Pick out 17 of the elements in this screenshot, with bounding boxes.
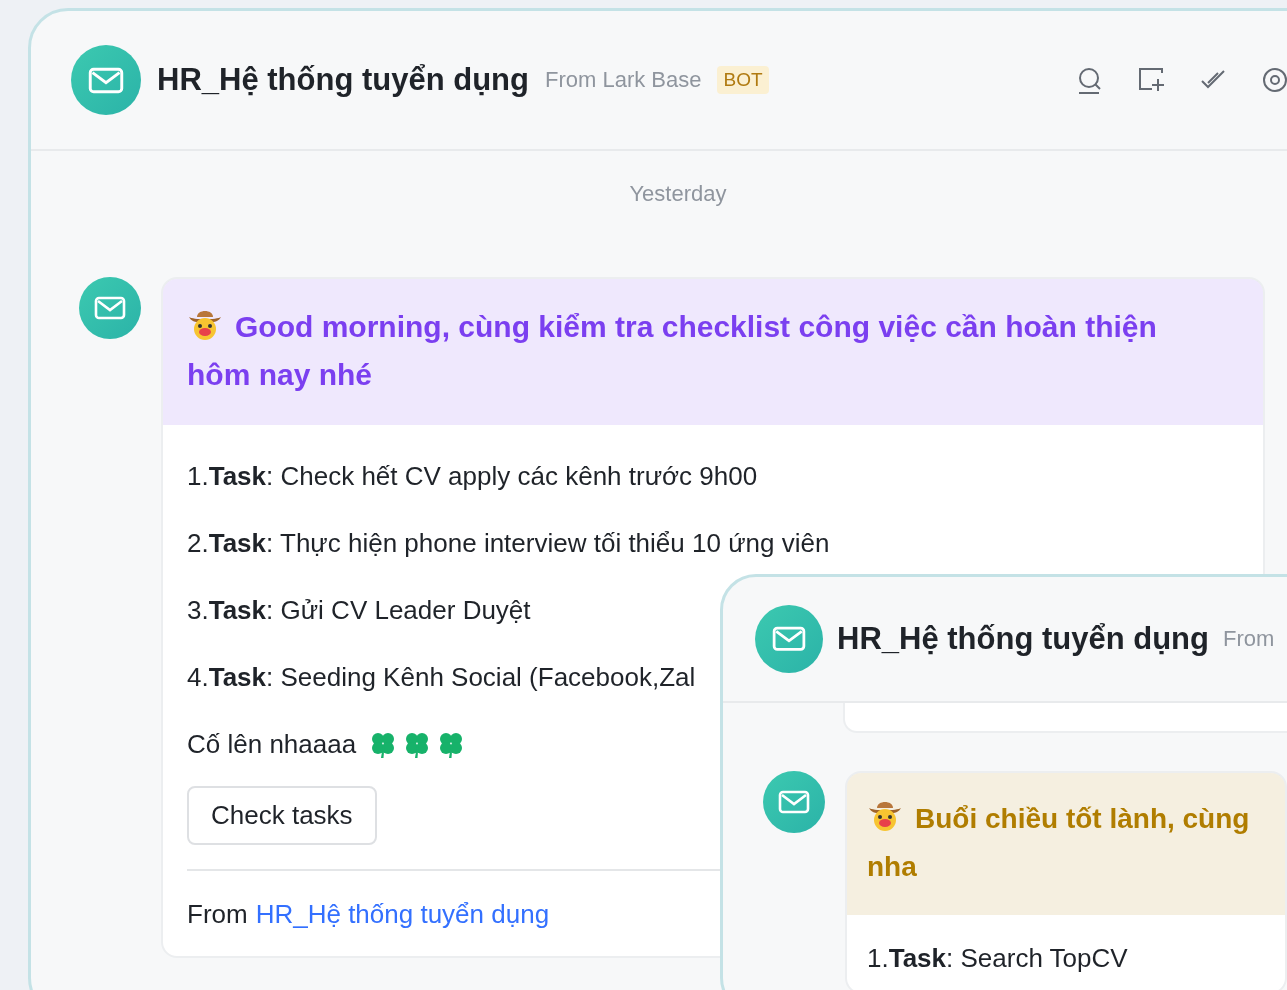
bot-badge: BOT bbox=[717, 66, 769, 94]
task-line: 1.Task: Search TopCV bbox=[867, 942, 1128, 975]
chat-source: From Lark Base bbox=[545, 67, 702, 93]
card-title: Good morning, cùng kiểm tra checklist công việc cần hoàn thiện hôm nay nhé bbox=[187, 303, 1177, 399]
task-line: 4.Task: Seeding Kênh Social (Facebook,Zal bbox=[187, 661, 696, 694]
task-line: 1.Task: Check hết CV apply các kênh trước 9h00 bbox=[187, 460, 758, 493]
chat-title: HR_Hệ thống tuyển dụng bbox=[837, 621, 1209, 657]
chat-title: HR_Hệ thống tuyển dụng bbox=[157, 62, 529, 98]
card-title: Buổi chiều tốt lành, cùng nha bbox=[867, 795, 1265, 891]
task-line: 2.Task: Thực hiện phone interview tối thiểu 10 ứng viên bbox=[187, 527, 830, 560]
task-line: 3.Task: Gửi CV Leader Duyệt bbox=[187, 594, 531, 627]
footer-text: From bbox=[187, 899, 248, 930]
chat-source: From bbox=[1223, 626, 1275, 652]
date-divider: Yesterday bbox=[628, 181, 728, 207]
sender-link[interactable]: HR_Hệ thống tuyển dụng bbox=[255, 899, 550, 930]
check-tasks-button[interactable]: Check tasks bbox=[187, 786, 377, 845]
cheer-text: Cố lên nhaaaa bbox=[187, 729, 357, 760]
